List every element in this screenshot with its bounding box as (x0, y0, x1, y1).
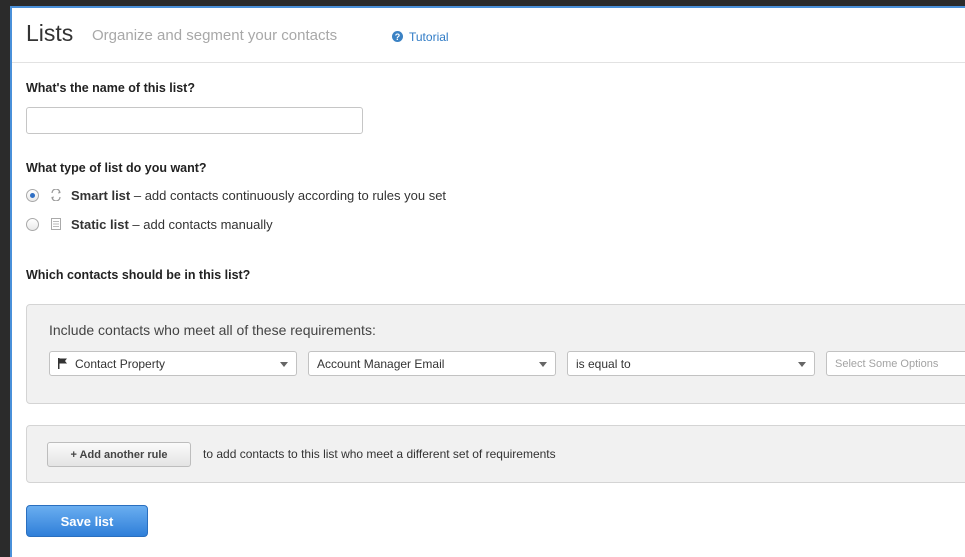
chevron-down-icon (798, 362, 806, 367)
static-list-radio[interactable] (26, 217, 39, 231)
flag-icon (58, 358, 68, 369)
page-subtitle: Organize and segment your contacts (92, 27, 338, 44)
operator-select[interactable]: is equal to (567, 351, 815, 376)
add-rule-description: to add contacts to this list who meet a … (203, 447, 556, 461)
rules-group: Include contacts who meet all of these r… (26, 304, 965, 404)
contacts-question: Which contacts should be in this list? (26, 268, 251, 282)
document-icon (49, 217, 63, 231)
add-rule-button[interactable]: + Add another rule (47, 442, 191, 467)
save-list-button[interactable]: Save list (26, 505, 148, 537)
question-circle-icon[interactable]: ? (392, 31, 403, 42)
value-select[interactable]: Select Some Options (826, 351, 965, 376)
page-header: Lists Organize and segment your contacts… (12, 8, 965, 63)
chevron-down-icon (280, 362, 288, 367)
static-list-label: Static list (71, 216, 129, 232)
requirements-intro: Include contacts who meet all of these r… (49, 322, 376, 338)
smart-list-description: – add contacts continuously according to… (130, 187, 447, 203)
list-type-question: What type of list do you want? (26, 161, 207, 175)
static-list-description: – add contacts manually (128, 216, 273, 232)
static-list-option[interactable]: Static list – add contacts manually (26, 215, 273, 233)
list-name-input[interactable] (26, 107, 363, 134)
list-name-question: What's the name of this list? (26, 81, 195, 95)
add-rule-group: + Add another rule to add contacts to th… (26, 425, 965, 483)
property-select[interactable]: Account Manager Email (308, 351, 556, 376)
smart-list-option[interactable]: Smart list – add contacts continuously a… (26, 186, 446, 204)
property-type-select[interactable]: Contact Property (49, 351, 297, 376)
page-title: Lists (26, 20, 74, 46)
app-window: Lists Organize and segment your contacts… (10, 6, 965, 557)
smart-list-radio[interactable] (26, 188, 39, 202)
tutorial-link[interactable]: Tutorial (409, 30, 449, 44)
smart-list-label: Smart list (71, 187, 131, 203)
chevron-down-icon (539, 362, 547, 367)
refresh-icon (49, 188, 63, 202)
